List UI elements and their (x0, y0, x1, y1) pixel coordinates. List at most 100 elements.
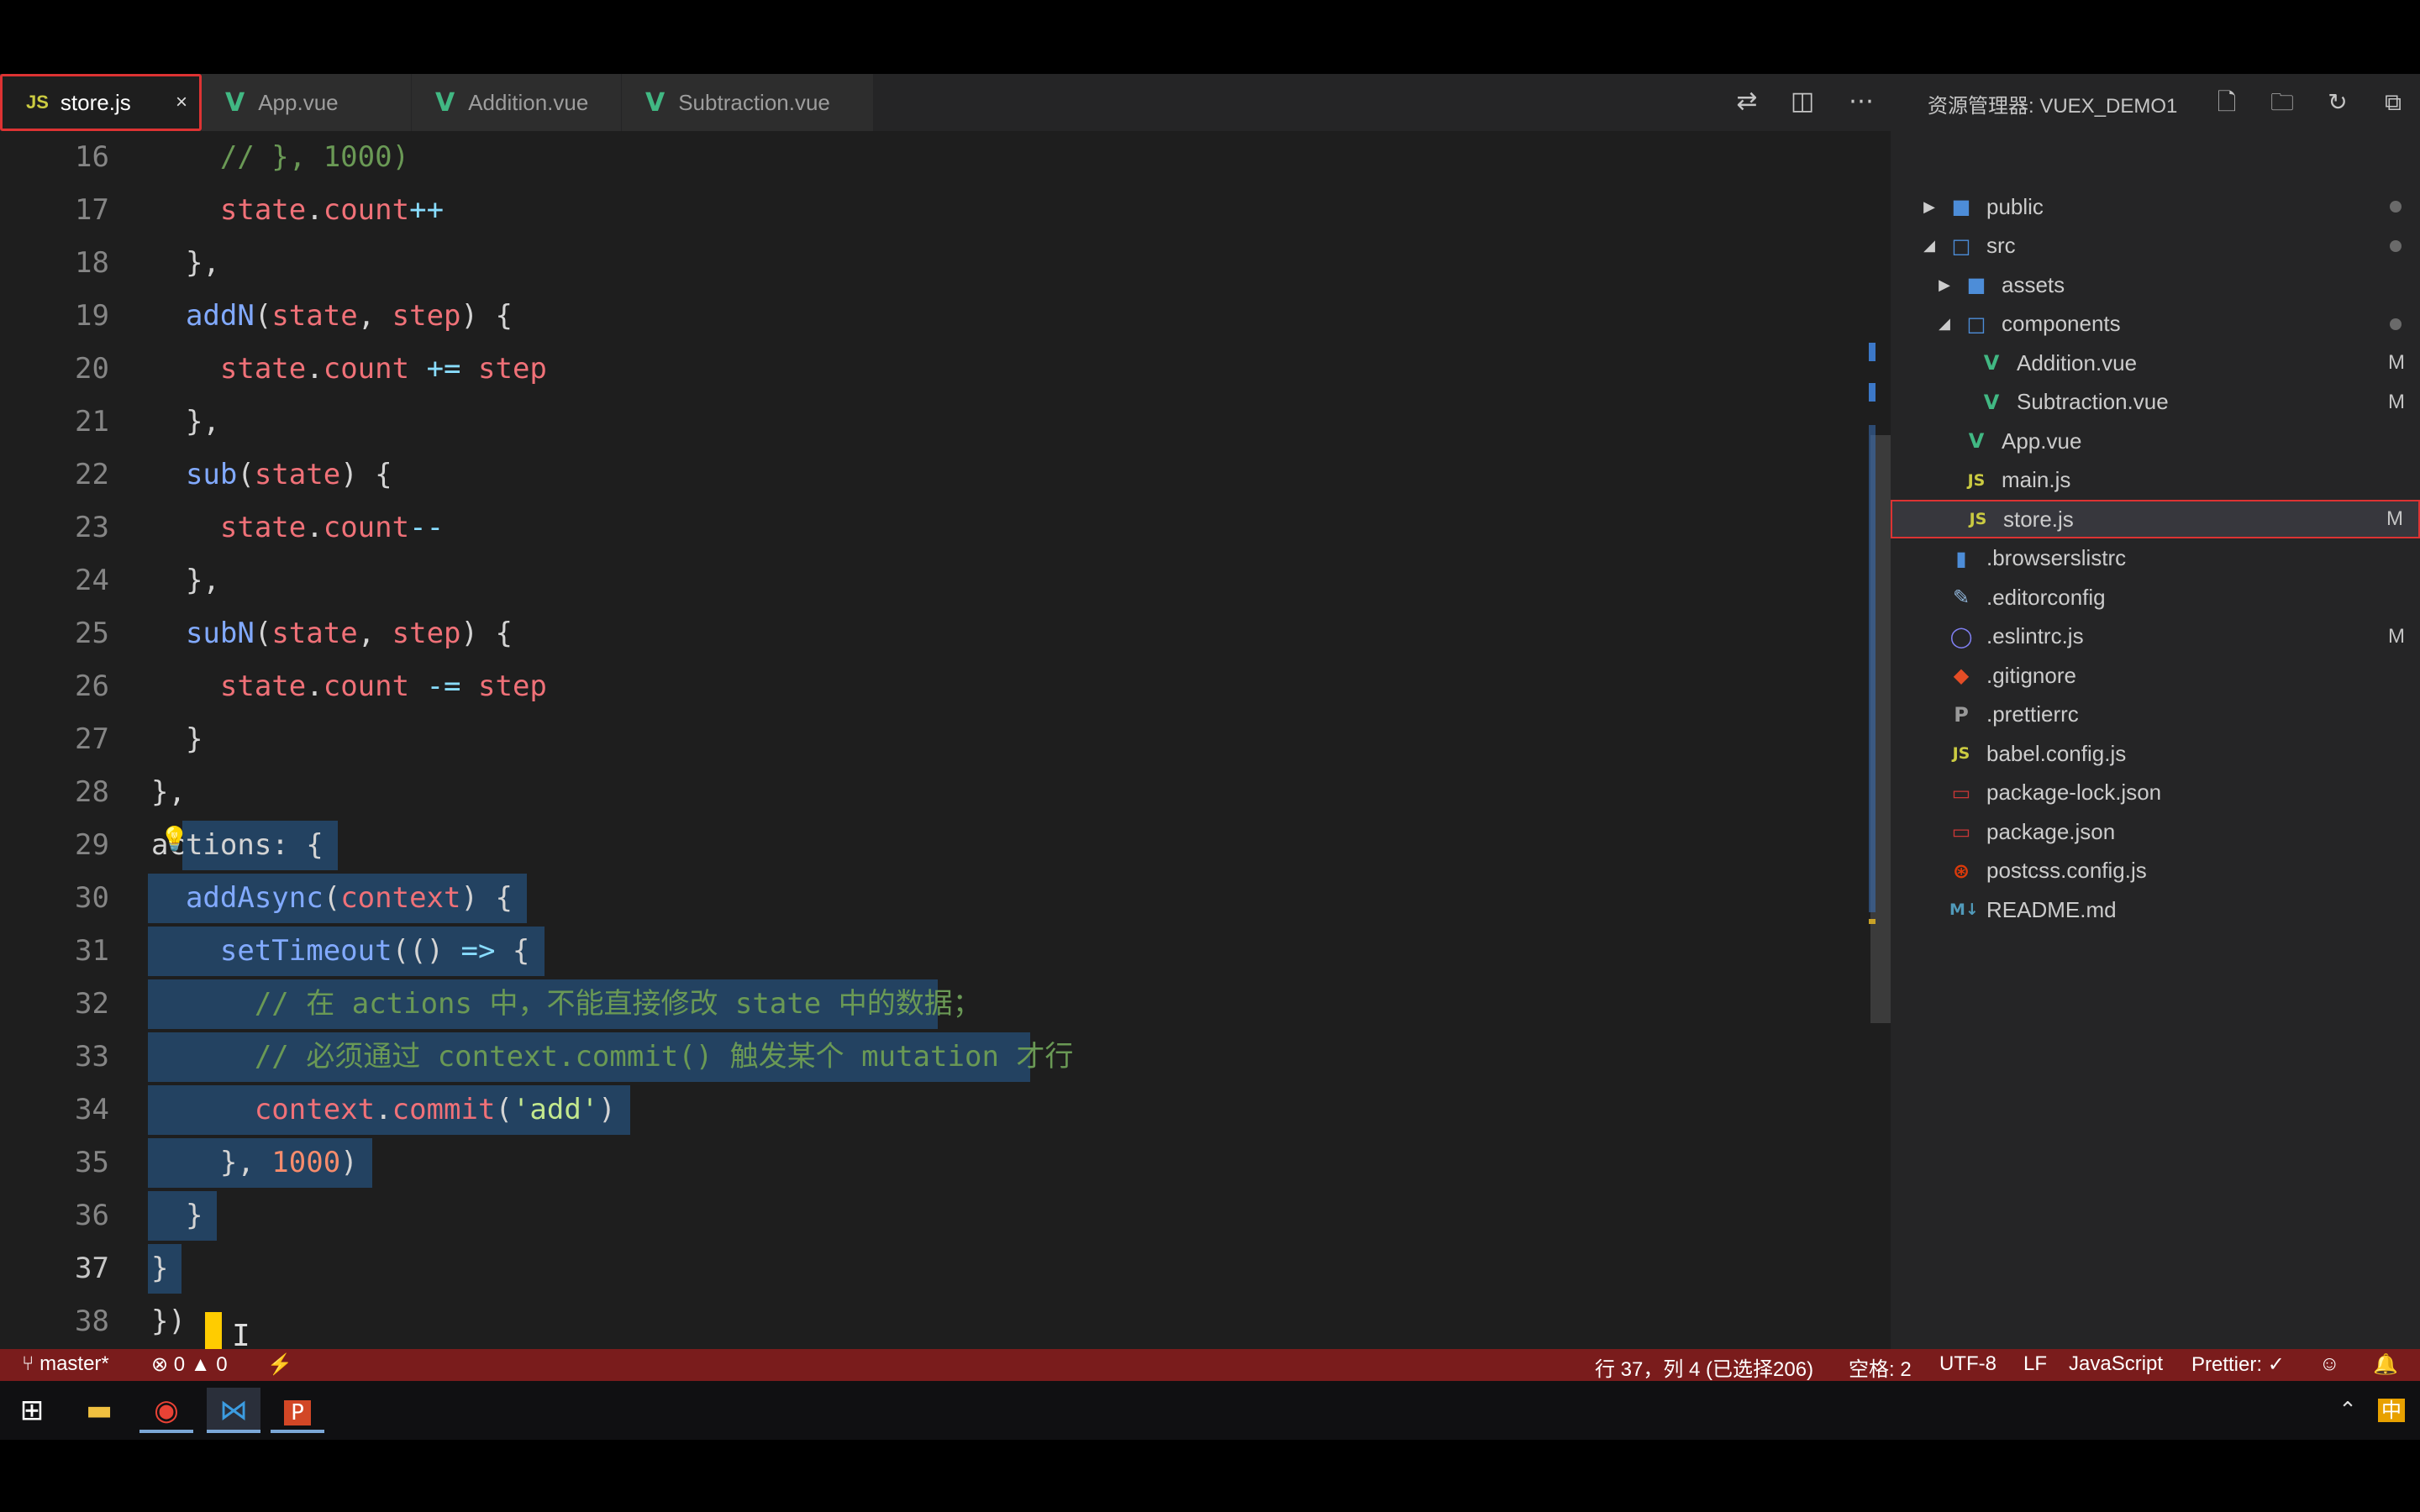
tab-label: Addition.vue (468, 89, 589, 115)
git-file-icon: ◆ (1953, 664, 1970, 687)
file-tree-item[interactable]: ◯ .eslintrc.js M (1891, 617, 2420, 656)
tab-subtraction-vue[interactable]: V Subtraction.vue (622, 74, 874, 131)
collapse-all-icon[interactable]: ⧉ (2375, 84, 2412, 121)
code-line[interactable]: }, (151, 766, 186, 819)
tab-addition-vue[interactable]: V Addition.vue (412, 74, 622, 131)
vscode-icon[interactable]: ⋈ (207, 1388, 260, 1433)
windows-start-icon[interactable]: ⊞ (5, 1388, 59, 1433)
tab-app-vue[interactable]: V App.vue (202, 74, 412, 131)
file-tree-item[interactable]: V App.vue (1891, 422, 2420, 460)
code-line[interactable]: state.count-- (151, 501, 444, 554)
code-line[interactable]: setTimeout(() => { (151, 925, 530, 978)
indentation[interactable]: 空格: 2 (1849, 1352, 1912, 1382)
code-line[interactable]: // 必须通过 context.commit() 触发某个 mutation 才… (151, 1031, 1074, 1084)
prettier-status[interactable]: Prettier: ✓ (2191, 1352, 2285, 1377)
problems-indicator[interactable]: ⊗ 0 ▲ 0 (151, 1352, 228, 1377)
code-line[interactable]: } (151, 1242, 168, 1295)
code-line[interactable]: // 在 actions 中，不能直接修改 state 中的数据； (151, 978, 981, 1031)
line-number: 25 (75, 617, 109, 650)
code-line[interactable]: subN(state, step) { (151, 607, 513, 660)
postcss-file-icon: ⊛ (1952, 858, 1970, 883)
file-tree-item[interactable]: V Addition.vue M (1891, 344, 2420, 382)
vue-file-icon: V (1968, 429, 1985, 453)
chrome-icon[interactable]: ◉ (139, 1388, 193, 1433)
line-number: 22 (75, 458, 109, 491)
notifications-bell-icon[interactable]: 🔔 (2373, 1352, 2398, 1377)
line-number: 33 (75, 1040, 109, 1074)
code-line[interactable]: } (151, 713, 203, 766)
modified-dot-icon (2390, 201, 2402, 213)
file-explorer-icon[interactable]: ▬ (72, 1388, 126, 1433)
line-number: 30 (75, 881, 109, 915)
chevron-right-icon[interactable]: ▶ (1921, 198, 1938, 216)
file-name: Subtraction.vue (2017, 389, 2169, 414)
code-line[interactable]: state.count -= step (151, 660, 547, 713)
code-line[interactable]: sub(state) { (151, 449, 392, 501)
chevron-down-icon[interactable]: ◢ (1936, 315, 1953, 333)
code-line[interactable]: }, (151, 554, 220, 607)
lightning-icon[interactable]: ⚡ (267, 1352, 292, 1377)
code-line[interactable]: }, (151, 237, 220, 290)
file-tree-item[interactable]: ◢ □ components (1891, 305, 2420, 344)
new-folder-icon[interactable]: 🗀 (2264, 84, 2301, 121)
prettier-file-icon: P (1954, 702, 1969, 727)
code-line[interactable]: } (151, 1189, 203, 1242)
lightbulb-icon[interactable]: 💡 (160, 825, 189, 853)
cursor-position[interactable]: 行 37，列 4 (已选择206) (1595, 1352, 1813, 1382)
code-line[interactable]: }, 1000) (151, 1137, 358, 1189)
file-tree-item[interactable]: JS store.js M (1891, 500, 2420, 538)
code-line[interactable]: addN(state, step) { (151, 290, 513, 343)
line-number: 18 (75, 246, 109, 280)
file-name: .prettierrc (1986, 701, 2079, 727)
file-tree-item[interactable]: ▶ ■ assets (1891, 265, 2420, 304)
new-file-icon[interactable]: 🗋 (2208, 84, 2245, 121)
code-line[interactable]: state.count++ (151, 184, 444, 237)
end-of-line[interactable]: LF (2023, 1352, 2047, 1376)
js-file-icon: JS (1952, 744, 1970, 763)
file-tree-item[interactable]: ◢ □ src (1891, 227, 2420, 265)
file-tree-item[interactable]: ◆ .gitignore (1891, 656, 2420, 695)
file-tree-item[interactable]: ⊛ postcss.config.js (1891, 852, 2420, 890)
file-tree-item[interactable]: ▭ package-lock.json (1891, 774, 2420, 812)
explorer-sidebar: 资源管理器: VUEX_DEMO1 🗋 🗀 ↻ ⧉ ▶ ■ public ◢ □ src ▶… (1891, 74, 2420, 1349)
modified-badge: M (2388, 351, 2405, 374)
file-tree-item[interactable]: ✎ .editorconfig (1891, 578, 2420, 617)
encoding[interactable]: UTF-8 (1939, 1352, 1996, 1376)
js-file-icon: JS (26, 92, 49, 113)
file-tree-item[interactable]: ▶ ■ public (1891, 187, 2420, 226)
line-number: 35 (75, 1146, 109, 1179)
code-editor[interactable]: 16 17 18 19 20 21 22 23 24 25 26 27 28 29 30 31 32 33 34 35… (0, 131, 1891, 1423)
code-line[interactable]: }, (151, 396, 220, 449)
input-method-icon[interactable]: 中 (2365, 1388, 2418, 1433)
file-name: postcss.config.js (1986, 858, 2147, 883)
language-mode[interactable]: JavaScript (2069, 1352, 2163, 1376)
more-actions-icon[interactable]: ⋯ (1842, 82, 1881, 121)
vue-file-icon: V (225, 87, 245, 118)
code-line[interactable]: addAsync(context) { (151, 872, 513, 925)
open-changes-icon[interactable]: ⇄ (1728, 82, 1766, 121)
powerpoint-icon[interactable]: P (271, 1388, 324, 1433)
code-line[interactable]: context.commit('add') (151, 1084, 616, 1137)
file-tree-item[interactable]: M↓ README.md (1891, 890, 2420, 929)
feedback-smiley-icon[interactable]: ☺ (2319, 1352, 2340, 1376)
line-number: 20 (75, 352, 109, 386)
file-tree-item[interactable]: ▮ .browserslistrc (1891, 539, 2420, 578)
scrollbar-change-marker (1869, 383, 1876, 402)
line-number: 34 (75, 1093, 109, 1126)
file-tree-item[interactable]: JS babel.config.js (1891, 734, 2420, 773)
tab-store-js[interactable]: JS store.js × (0, 74, 202, 131)
file-tree-item[interactable]: P .prettierrc (1891, 696, 2420, 734)
split-editor-icon[interactable]: ◫ (1783, 82, 1822, 121)
close-icon[interactable]: × (176, 91, 187, 114)
refresh-icon[interactable]: ↻ (2319, 84, 2356, 121)
file-tree-item[interactable]: ▭ package.json (1891, 812, 2420, 851)
code-line[interactable]: state.count += step (151, 343, 547, 396)
file-tree-item[interactable]: JS main.js (1891, 461, 2420, 500)
file-tree-item[interactable]: V Subtraction.vue M (1891, 383, 2420, 422)
code-line[interactable]: }) (151, 1295, 186, 1348)
file-name: src (1986, 233, 2016, 258)
chevron-right-icon[interactable]: ▶ (1936, 276, 1953, 294)
code-line[interactable]: // }, 1000) (151, 131, 409, 184)
chevron-down-icon[interactable]: ◢ (1921, 237, 1938, 255)
git-branch[interactable]: ⑂ master* (22, 1352, 109, 1376)
